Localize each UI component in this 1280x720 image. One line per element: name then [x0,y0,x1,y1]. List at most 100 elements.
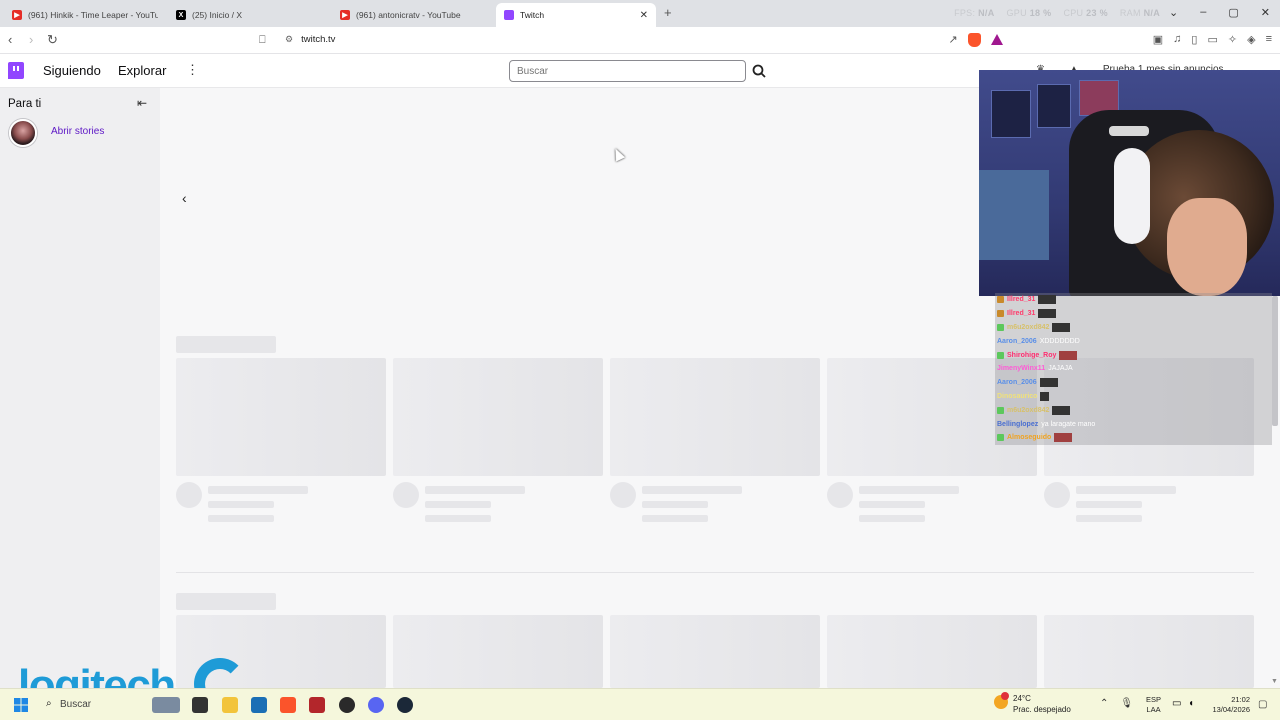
chat-username: Illred_31 [1007,296,1036,304]
steam-icon[interactable] [397,697,413,713]
open-stories-link[interactable]: Abrir stories [51,126,104,137]
weather-widget[interactable]: 24°C Prac. despejado [1013,693,1071,715]
youtube-icon: ▶ [12,10,22,20]
store-icon[interactable] [251,697,267,713]
chat-line: Illred_31 [995,307,1272,321]
reload-icon[interactable]: ↻ [47,32,58,48]
chat-line: Bellinglopez ya laragate mano [995,417,1272,431]
share-icon[interactable]: ↗ [949,33,958,47]
menu-icon[interactable]: ≡ [1266,33,1272,47]
browser-tab-youtube-hinkik[interactable]: ▶ (961) Hinkik - Time Leaper - YouTube [4,3,166,27]
chat-line: Almoseguido [995,431,1272,445]
chat-username: JimenyWinx11 [997,365,1046,373]
carousel-prev-icon[interactable]: ‹ [182,190,187,206]
scroll-down-icon[interactable]: ▼ [1271,678,1278,685]
minimize-icon[interactable]: – [1200,6,1206,19]
skeleton-thumbnail [393,615,603,688]
ram-label: RAM [1119,8,1141,18]
tab-search-icon[interactable]: ⌄ [1169,6,1178,19]
tab-layout-icon[interactable]: ▣ [1153,33,1163,47]
network-icon[interactable]: ▭ [1172,698,1181,709]
forward-icon[interactable]: › [29,32,33,48]
collapse-sidebar-icon[interactable]: ⇤ [137,96,147,110]
bookmark-icon[interactable]: ⎕ [259,32,266,48]
leo-ai-icon[interactable]: ✧ [1228,33,1237,47]
search-input[interactable] [509,60,746,82]
brave-shields-icon[interactable] [967,33,981,47]
taskbar-search[interactable]: Buscar [60,699,91,710]
brave-browser-icon[interactable] [280,697,296,713]
volume-icon[interactable]: ◖ [1188,698,1194,709]
skeleton-thumbnail [610,358,820,476]
skeleton-heading [176,593,276,610]
skeleton-line [642,486,742,494]
language-code: ESP [1146,695,1162,704]
toolbar-right-icons: ↗ ▣ ♫ ▯ ▭ ✧ ◈ ≡ [949,33,1272,47]
obs-icon[interactable] [339,697,355,713]
address-bar[interactable]: ⚙ twitch.tv [285,34,335,45]
browser-tab-twitch[interactable]: Twitch ✕ [496,3,656,27]
tab-title: (961) antonicratv - YouTube [356,10,461,20]
nav-following[interactable]: Siguiendo [43,63,101,78]
stories-avatar[interactable] [9,119,37,147]
back-icon[interactable]: ‹ [8,32,12,48]
skeleton-thumbnail [1044,615,1254,688]
show-hidden-icons-icon[interactable]: ⌃ [1100,698,1108,709]
nav-explore[interactable]: Explorar [118,63,166,78]
sidebar-title: Para ti [8,98,42,110]
close-tab-icon[interactable]: ✕ [640,10,648,21]
more-options-icon[interactable]: ⋮ [186,62,199,78]
browser-tab-youtube-antonicra[interactable]: ▶ (961) antonicratv - YouTube [332,3,494,27]
chat-line: m6u2oxd842 [995,321,1272,335]
browser-tab-strip: ▶ (961) Hinkik - Time Leaper - YouTube X… [0,0,1280,27]
clock[interactable]: 21:02 13/04/2026 [1212,695,1250,715]
emote-icon [1038,309,1057,319]
windows-start-icon[interactable] [14,698,28,712]
language-indicator[interactable]: ESP LAA [1146,695,1161,715]
cpu-value: 23 % [1086,8,1108,18]
site-info-icon[interactable]: ⚙ [285,34,293,45]
skeleton-avatar [1044,482,1070,508]
new-tab-icon[interactable]: + [664,5,672,20]
maximize-icon[interactable]: ▢ [1228,6,1238,19]
taskbar-search-icon[interactable]: ⌕ [46,698,52,709]
chat-badge-icon [997,323,1004,331]
terminal-icon[interactable] [192,697,208,713]
chat-line: Aaron_2006 [995,376,1272,390]
performance-overlay: FPS: N/A GPU 18 % CPU 23 % RAM N/A [954,8,1160,18]
streamer-face [1167,198,1247,296]
media-icon[interactable]: ♫ [1173,33,1181,47]
twitch-logo-icon[interactable] [8,62,24,79]
discord-icon[interactable] [368,697,384,713]
taskbar-widget-icon[interactable] [152,697,180,713]
streamer-webcam [979,70,1280,296]
chat-badge-icon [997,406,1004,414]
poster [1037,84,1071,128]
vpn-icon[interactable]: ◈ [1247,33,1255,47]
chair-logo [1109,126,1149,136]
file-explorer-icon[interactable] [222,697,238,713]
notification-center-icon[interactable]: ▢ [1258,699,1267,710]
search-button[interactable] [749,61,769,81]
microphone-icon[interactable]: 🎙︎ [1120,698,1133,709]
skeleton-thumbnail [176,358,386,476]
sidebar-icon[interactable]: ▯ [1191,33,1197,47]
brave-rewards-icon[interactable] [990,34,1003,45]
chat-badge-icon [997,310,1004,318]
chat-username: Dinosaurico [997,392,1038,400]
skeleton-line [1076,501,1142,508]
chat-username: Aaron_2006 [997,337,1037,345]
close-window-icon[interactable]: ✕ [1261,6,1270,19]
youtube-icon: ▶ [340,10,350,20]
chat-line: Shirohige_Roy [995,348,1272,362]
emote-icon [1052,322,1071,332]
skeleton-heading [176,336,276,353]
browser-tab-x[interactable]: X (25) Inicio / X [168,3,330,27]
weather-desc: Prac. despejado [1013,705,1071,714]
emote-icon [1052,405,1071,415]
chat-line: Dinosaurico [995,390,1272,404]
app-icon[interactable] [309,697,325,713]
weather-alert-badge [1001,692,1009,700]
skeleton-line [1076,515,1142,522]
wallet-icon[interactable]: ▭ [1207,33,1217,47]
